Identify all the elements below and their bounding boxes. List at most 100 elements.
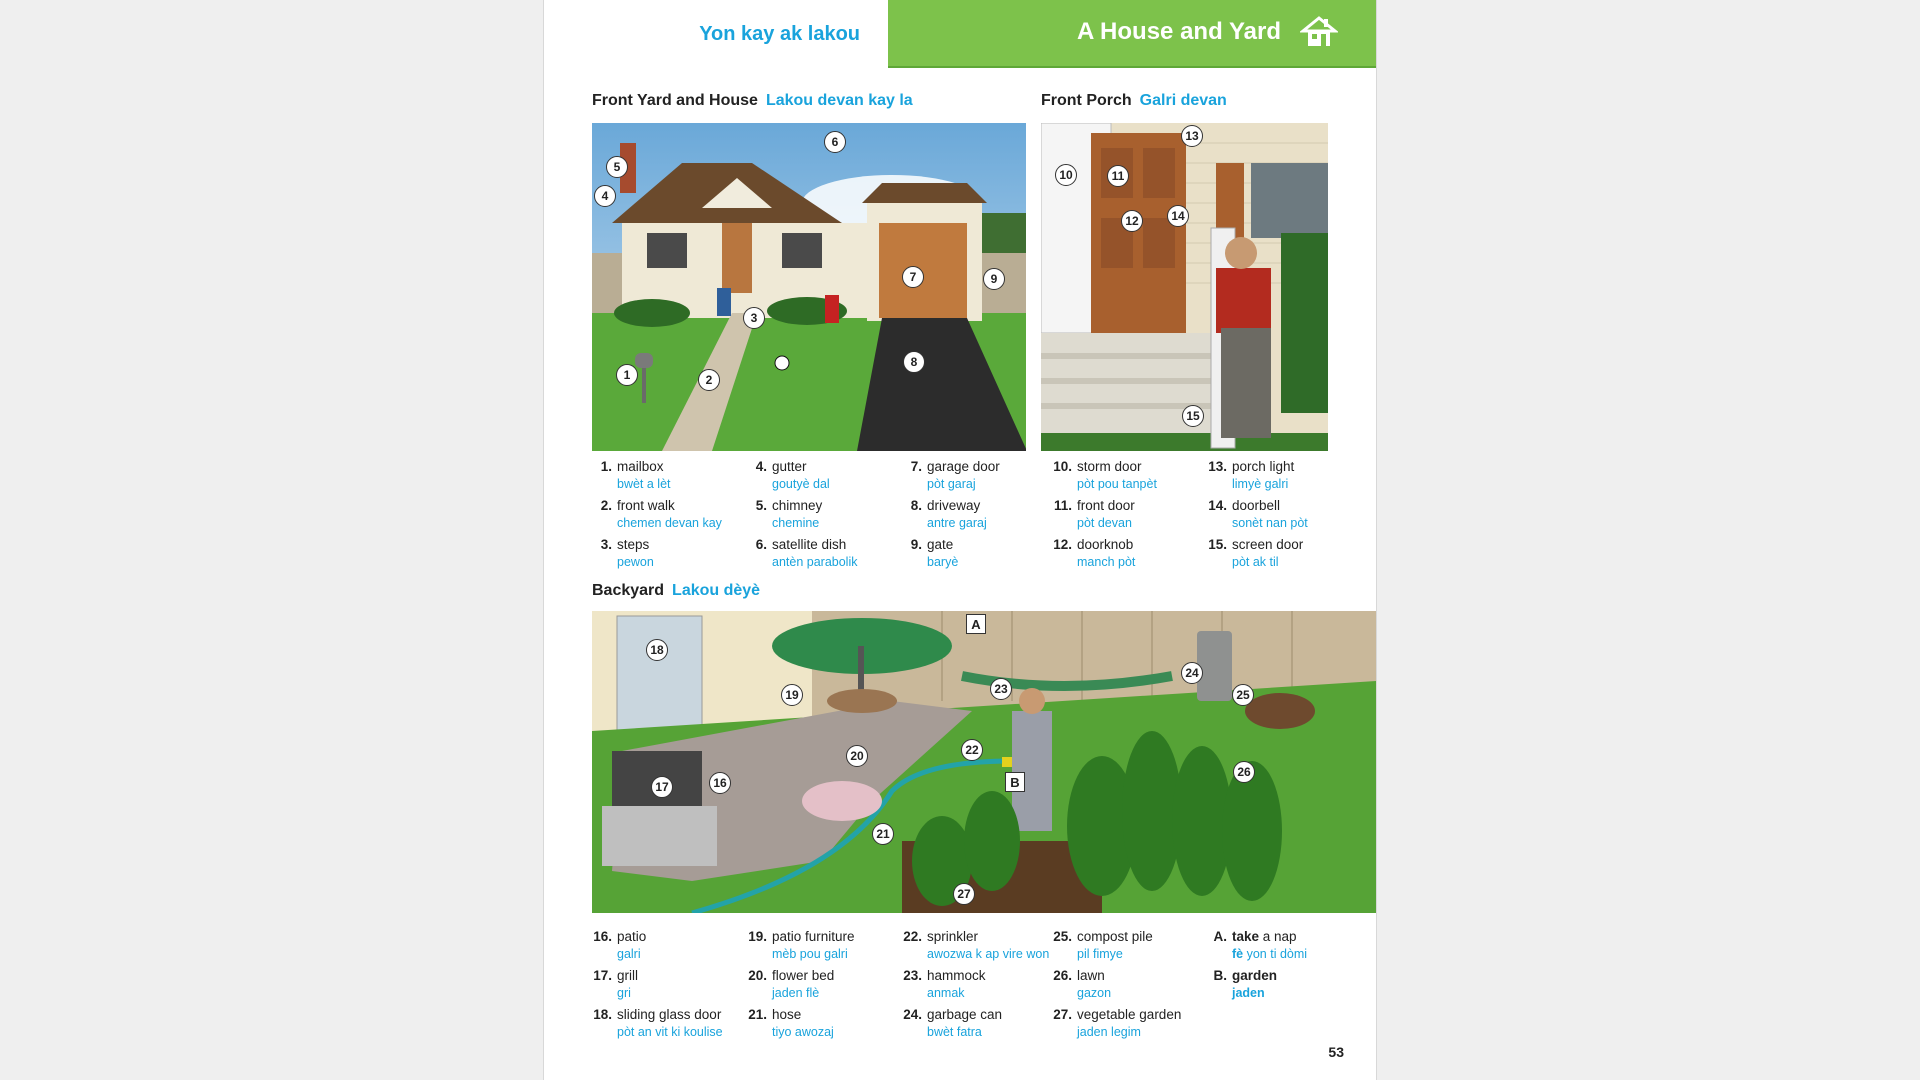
vocab-item: A. take a nap fè yon ti dòmi [1207,928,1347,967]
vocab-item: 3. steps pewon [592,536,742,575]
vocab-letter: B. [1213,968,1228,983]
callout-11: 11 [1107,165,1129,187]
vocab-number: 1. [600,459,612,474]
vocab-number: 19. [748,929,767,944]
callout-5: 5 [606,156,628,178]
front-porch-scene [1041,123,1328,451]
vocab-verb: take [1232,929,1260,944]
callout-8: 8 [903,351,925,373]
vocab-item: 8. driveway antre garaj [902,497,1032,536]
book-page: Yon kay ak lakou A House and Yard Front … [544,0,1376,1080]
vocab-kreyol: anmak [927,986,965,1000]
vocab-kreyol: gri [617,986,631,1000]
vocab-kreyol: pòt pou tanpèt [1077,477,1157,491]
vocab-number: 26. [1053,968,1072,983]
vocab-english: gutter [772,459,807,474]
vocab-english: patio furniture [772,929,855,944]
vocab-english: gate [927,537,954,552]
vocab-number: 27. [1053,1007,1072,1022]
front-yard-kreyol: Lakou devan kay la [765,92,913,109]
vocab-item: 2. front walk chemen devan kay [592,497,742,536]
vocab-kreyol: fè yon ti dòmi [1232,946,1307,963]
vocab-number: 12. [1053,537,1072,552]
vocab-english: lawn [1077,968,1105,983]
backyard-vocab-column-2: 19. patio furniture mèb pou galri 20. flowe… [747,928,897,1045]
vocab-kreyol: bwèt fatra [927,1025,982,1039]
vocab-item: 26. lawn gazon [1052,967,1202,1006]
callout-7: 7 [902,266,924,288]
callout-A: A [966,614,986,634]
vocab-number: 6. [755,537,767,552]
vocab-kreyol: tiyo awozaj [772,1025,834,1039]
callout-4: 4 [594,185,616,207]
vocab-kreyol: chemine [772,516,820,530]
backyard-title: Backyard [592,582,665,599]
vocab-english: mailbox [617,459,664,474]
backyard-scene [592,611,1376,913]
vocab-number: 20. [748,968,767,983]
vocab-number: 18. [593,1007,612,1022]
vocab-kreyol: baryè [927,555,959,569]
vocab-number: 3. [600,537,612,552]
vocab-number: 4. [755,459,767,474]
callout-24: 24 [1181,662,1203,684]
vocab-english: hammock [927,968,986,983]
callout-B: B [1005,772,1025,792]
vocab-item: 15. screen door pòt ak til [1207,536,1347,575]
callout-27: 27 [953,883,975,905]
header-title: A House and Yard [1076,18,1281,45]
vocab-item: 1. mailbox bwèt a lèt [592,458,742,497]
vocab-kreyol: chemen devan kay [617,516,722,530]
callout-3: 3 [743,307,765,329]
backyard-heading: Backyard Lakou dèyè [592,582,760,600]
vocab-item: 7. garage door pòt garaj [902,458,1032,497]
vocab-number: 9. [910,537,922,552]
vocab-kreyol: antre garaj [927,516,987,530]
callout-14: 14 [1167,205,1189,227]
vocab-item: 20. flower bed jaden flè [747,967,897,1006]
callout-18: 18 [646,639,668,661]
front-porch-heading: Front Porch Galri devan [1041,92,1227,110]
front-yard-scene [592,123,1026,451]
vocab-english: driveway [927,498,981,513]
callout-1: 1 [616,364,638,386]
vocab-verb: garden [1232,968,1278,983]
vocab-number: 21. [748,1007,767,1022]
vocab-english: front walk [617,498,675,513]
backyard-kreyol: Lakou dèyè [672,582,761,599]
vocab-kreyol: limyè galri [1232,477,1289,491]
vocab-column-2: 4. gutter goutyè dal 5. chimney chemine 6. sa… [747,458,897,575]
vocab-item: 21. hose tiyo awozaj [747,1006,897,1045]
vocab-kreyol: mèb pou galri [772,947,848,961]
vocab-kreyol: sonèt nan pòt [1232,516,1308,530]
callout-23: 23 [990,678,1012,700]
backyard-vocab-column-3: 22. sprinkler awozwa k ap vire won 23. hamm… [902,928,1052,1045]
vocab-kreyol: awozwa k ap vire won [927,947,1050,961]
front-porch-illustration: 10 11 12 13 14 15 [1041,123,1328,451]
vocab-kreyol-verb: jaden [1232,986,1265,1000]
vocab-english: sliding glass door [617,1007,722,1022]
vocab-item: 4. gutter goutyè dal [747,458,897,497]
vocab-kreyol-verb: fè [1232,947,1244,961]
vocab-number: 25. [1053,929,1072,944]
vocab-number: 15. [1208,537,1227,552]
vocab-number: 5. [755,498,767,513]
vocab-kreyol: pòt ak til [1232,555,1279,569]
callout-25: 25 [1232,684,1254,706]
vocab-item: 19. patio furniture mèb pou galri [747,928,897,967]
vocab-kreyol: pòt devan [1077,516,1132,530]
vocab-kreyol: jaden [1232,985,1265,1002]
vocab-kreyol: galri [617,947,641,961]
vocab-kreyol: bwèt a lèt [617,477,671,491]
vocab-number: 2. [600,498,612,513]
vocab-item: 18. sliding glass door pòt an vit ki kouli… [592,1006,742,1045]
vocab-english: doorbell [1232,498,1281,513]
vocab-english: chimney [772,498,823,513]
vocab-item: 23. hammock anmak [902,967,1052,1006]
callout-21: 21 [872,823,894,845]
vocab-english: garage door [927,459,1000,474]
callout-12: 12 [1121,210,1143,232]
front-yard-title: Front Yard and House [592,92,758,109]
callout-26: 26 [1233,761,1255,783]
vocab-english: storm door [1077,459,1142,474]
